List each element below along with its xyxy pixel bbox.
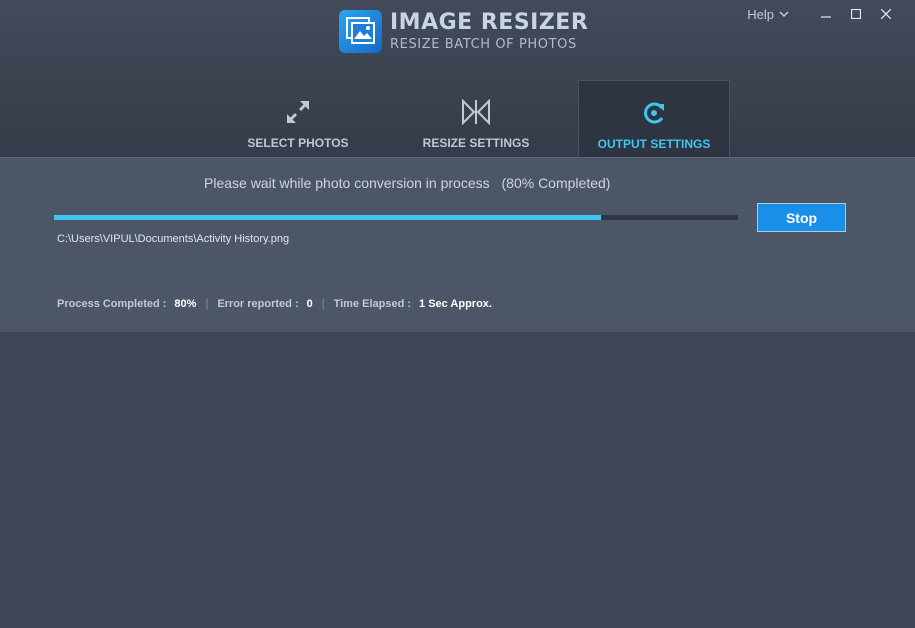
photos-icon (339, 10, 382, 53)
tab-output-settings[interactable]: OUTPUT SETTINGS (578, 80, 730, 159)
maximize-icon (851, 9, 861, 19)
help-label: Help (747, 6, 774, 22)
resize-icon (462, 99, 490, 125)
expand-arrows-icon (287, 101, 309, 123)
process-stats: Process Completed : 80% | Error reported… (57, 298, 492, 310)
time-elapsed-value: 1 Sec Approx. (419, 298, 492, 310)
help-menu[interactable]: Help (747, 7, 789, 22)
tab-select-photos[interactable]: SELECT PHOTOS (222, 80, 374, 158)
chevron-down-icon (779, 10, 789, 17)
refresh-icon (644, 102, 664, 124)
process-completed-label: Process Completed : (57, 298, 167, 310)
app-header: IMAGE RESIZER RESIZE BATCH OF PHOTOS Hel… (0, 0, 915, 159)
current-file-path: C:\Users\VIPUL\Documents\Activity Histor… (57, 233, 290, 245)
time-elapsed-label: Time Elapsed : (333, 298, 412, 310)
tab-label: SELECT PHOTOS (247, 136, 349, 150)
app-subtitle: RESIZE BATCH OF PHOTOS (390, 37, 577, 52)
tab-resize-settings[interactable]: RESIZE SETTINGS (400, 80, 552, 158)
minimize-icon (821, 16, 831, 18)
wizard-tabs: SELECT PHOTOS RESIZE SETTINGS OUTPUT SET… (222, 80, 730, 159)
conversion-progress-panel: Please wait while photo conversion in pr… (0, 157, 915, 332)
status-message: Please wait while photo conversion in pr… (204, 175, 610, 191)
app-title: IMAGE RESIZER (390, 10, 589, 35)
stats-divider: | (205, 298, 209, 310)
maximize-button[interactable] (841, 5, 871, 23)
app-branding: IMAGE RESIZER RESIZE BATCH OF PHOTOS (339, 10, 588, 53)
window-controls: Help (747, 5, 901, 23)
error-reported-value: 0 (306, 298, 313, 310)
stop-button[interactable]: Stop (757, 203, 846, 232)
status-percent: (80% Completed) (501, 175, 611, 191)
tab-label: OUTPUT SETTINGS (597, 137, 711, 151)
close-icon (881, 9, 891, 19)
process-completed-value: 80% (174, 298, 197, 310)
tab-label: RESIZE SETTINGS (422, 136, 530, 150)
progress-bar (54, 215, 738, 220)
close-button[interactable] (871, 5, 901, 23)
status-text: Please wait while photo conversion in pr… (204, 175, 490, 191)
error-reported-label: Error reported : (217, 298, 299, 310)
progress-bar-fill (54, 215, 602, 220)
stats-divider: | (321, 298, 325, 310)
minimize-button[interactable] (811, 5, 841, 23)
